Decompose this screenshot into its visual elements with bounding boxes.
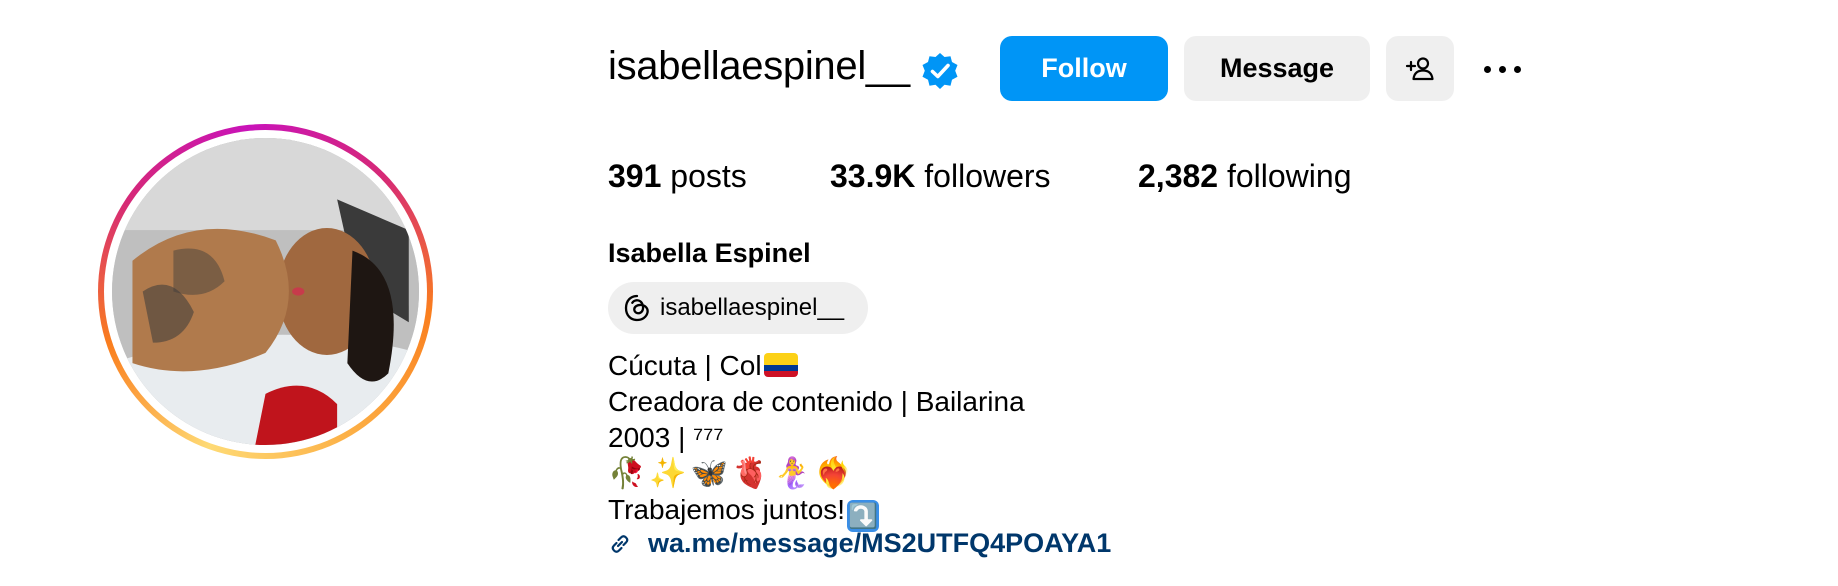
link-icon: [611, 534, 629, 553]
follow-button[interactable]: Follow: [1000, 36, 1168, 101]
bio-emojis: 🥀 ✨ 🦋 🫀 🧜‍♀️ ❤️‍🔥: [608, 456, 852, 492]
bio-occupation: Creadora de contenido | Bailarina: [608, 386, 1025, 417]
message-button[interactable]: Message: [1184, 36, 1370, 101]
following-link[interactable]: 2,382 following: [1138, 158, 1351, 195]
add-user-icon: [1405, 56, 1434, 80]
more-options-icon[interactable]: [1478, 54, 1526, 84]
bio-emoji: ✨: [649, 456, 687, 491]
threads-icon: [624, 294, 649, 322]
posts-count: 391 posts: [608, 158, 747, 194]
profile-username: isabellaespinel__: [608, 44, 910, 88]
bio-location: Cúcuta | Col: [608, 348, 798, 384]
avatar-photo: [112, 138, 419, 445]
profile-full-name: Isabella Espinel: [608, 238, 811, 268]
bio-birth-year: 2003 | ⁷⁷⁷: [608, 422, 724, 453]
profile-link[interactable]: wa.me/message/MS2UTFQ4POAYA1: [608, 528, 1111, 559]
verified-badge-icon: [920, 51, 960, 91]
bio-emoji: 🧜‍♀️: [773, 456, 811, 491]
bio-emoji: 🦋: [690, 456, 729, 491]
followers-link[interactable]: 33.9K followers: [830, 158, 1051, 195]
colombia-flag-emoji: [763, 353, 798, 377]
threads-handle: isabellaespinel__: [660, 294, 845, 321]
suggest-users-button[interactable]: [1386, 36, 1454, 101]
threads-badge[interactable]: isabellaespinel__: [608, 282, 868, 334]
profile-link-url: wa.me/message/MS2UTFQ4POAYA1: [648, 528, 1112, 558]
profile-avatar[interactable]: [98, 124, 433, 459]
bio-emoji: ❤️‍🔥: [814, 456, 853, 491]
bio-emoji: 🥀: [608, 456, 646, 491]
bio-emoji: 🫀: [732, 456, 770, 491]
bio-cta: Trabajemos juntos! ⤵️: [608, 494, 880, 532]
